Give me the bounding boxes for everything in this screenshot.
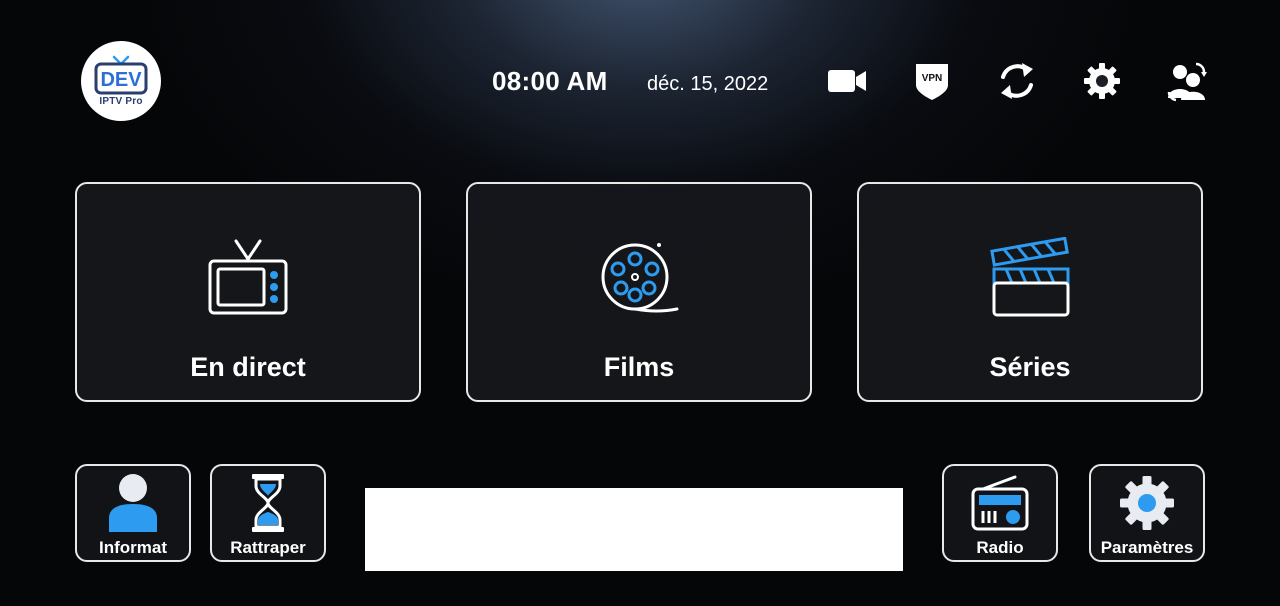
svg-text:VPN: VPN (922, 73, 943, 84)
tv-icon (203, 234, 293, 324)
tile-label: En direct (190, 352, 306, 382)
tile-movies[interactable]: Films (466, 182, 812, 402)
film-reel-icon (594, 234, 684, 324)
clock-date: déc. 15, 2022 (647, 73, 769, 95)
tile-label: Informat (99, 538, 167, 557)
tile-label: Paramètres (1100, 538, 1194, 557)
refresh-icon[interactable] (994, 58, 1040, 104)
svg-text:DEV: DEV (100, 69, 142, 91)
hourglass-icon (235, 472, 301, 534)
user-icon (100, 472, 166, 534)
tile-label: Séries (989, 352, 1071, 382)
tile-account-info[interactable]: Informat (75, 464, 191, 562)
logo-subtitle: IPTV Pro (99, 96, 143, 107)
vpn-shield-icon[interactable]: VPN (909, 58, 955, 104)
tile-radio[interactable]: Radio (942, 464, 1058, 562)
clock-time: 08:00 AM (492, 66, 608, 96)
video-camera-icon[interactable] (824, 58, 870, 104)
tile-live-tv[interactable]: En direct (75, 182, 421, 402)
home-screen: DEV IPTV Pro 08:00 AM déc. 15, 2022 VPN (0, 0, 1280, 606)
gear-icon (1114, 472, 1180, 534)
switch-user-icon[interactable] (1164, 58, 1210, 104)
tv-logo-icon: DEV (94, 55, 148, 95)
tile-settings[interactable]: Paramètres (1089, 464, 1205, 562)
tile-label: Rattraper (230, 538, 306, 557)
clapperboard-icon (985, 234, 1075, 324)
ad-banner[interactable] (365, 488, 903, 571)
app-logo: DEV IPTV Pro (81, 41, 161, 121)
tile-catchup[interactable]: Rattraper (210, 464, 326, 562)
tile-label: Films (603, 352, 675, 382)
settings-gear-icon[interactable] (1079, 58, 1125, 104)
tile-series[interactable]: Séries (857, 182, 1203, 402)
tile-label: Radio (976, 538, 1024, 557)
radio-icon (967, 472, 1033, 534)
